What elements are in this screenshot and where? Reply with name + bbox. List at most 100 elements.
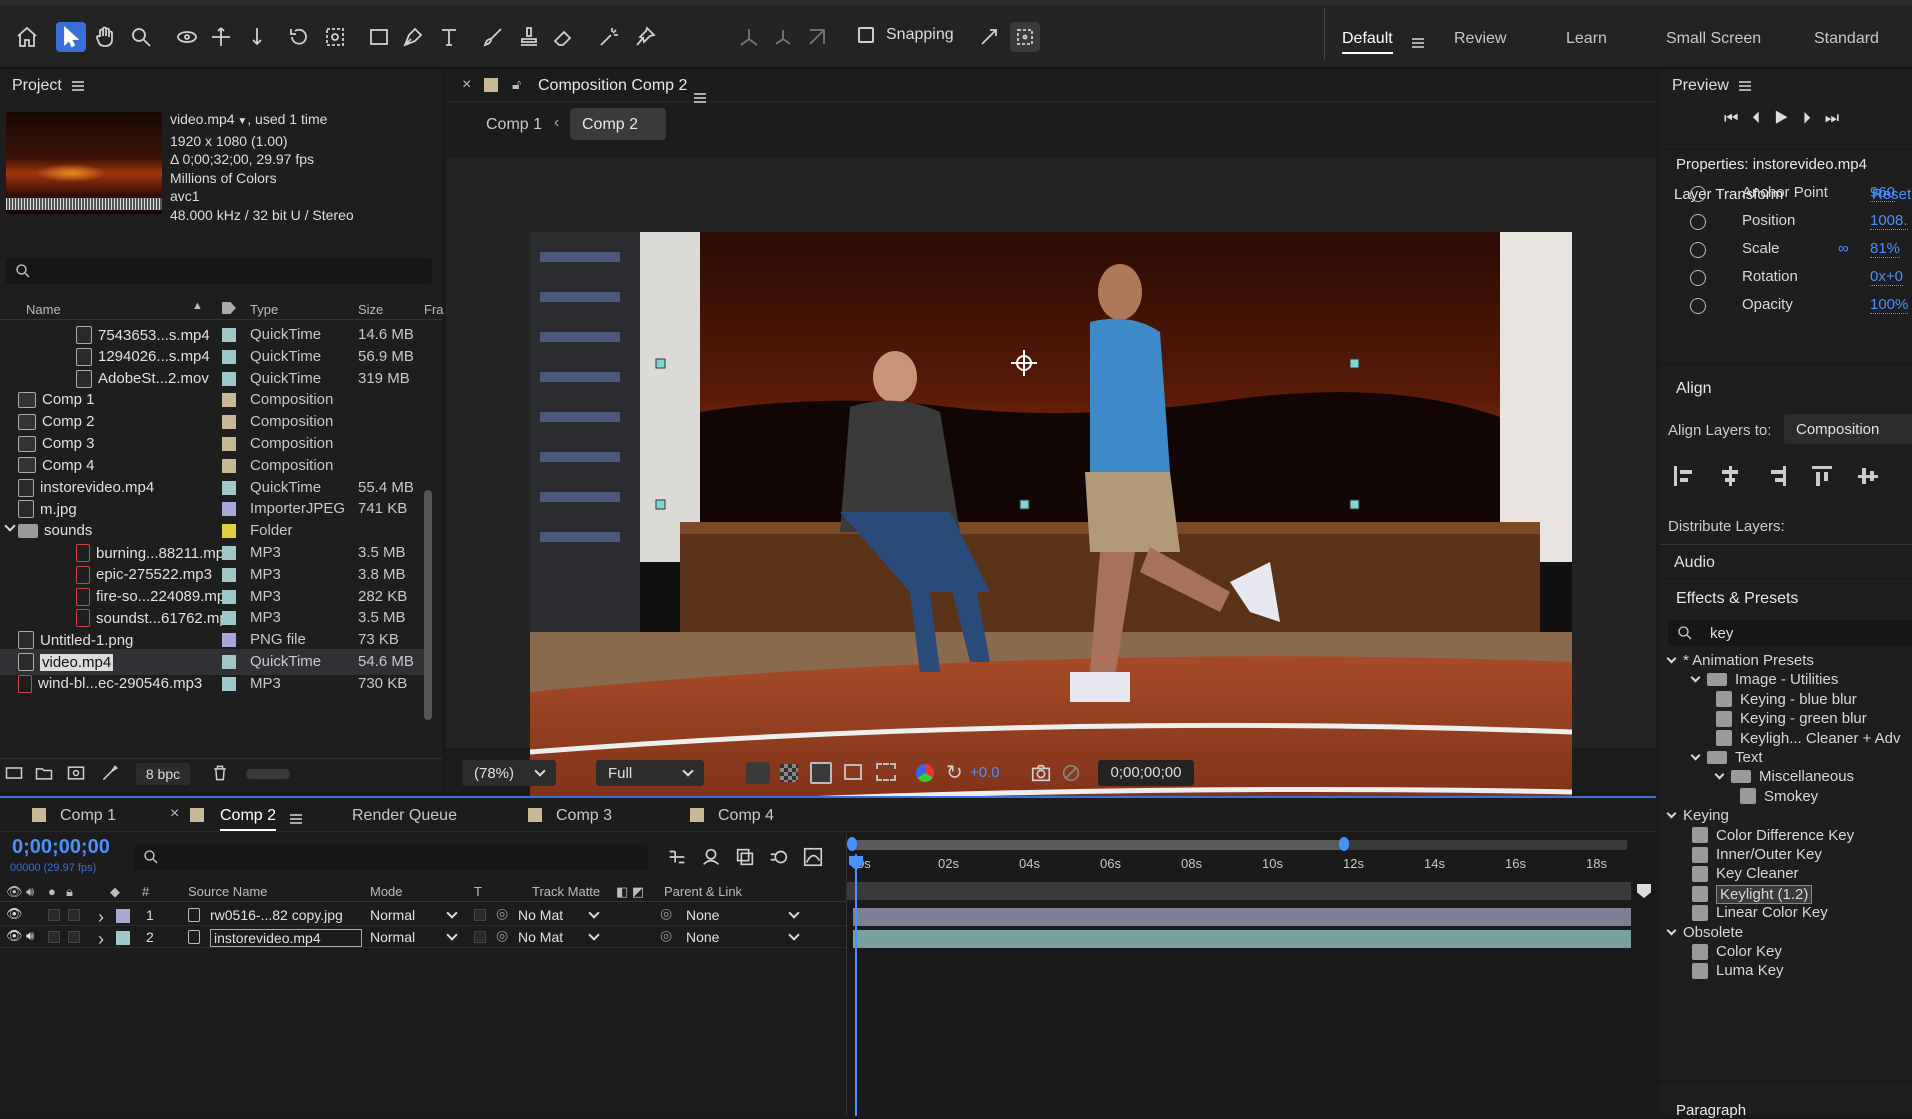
pen-tool-icon[interactable] (398, 22, 428, 52)
tab-render-queue[interactable]: Render Queue (352, 807, 457, 825)
audio-switch-icon[interactable]: 🔊︎ (26, 884, 34, 900)
effect-item[interactable]: Linear Color Key (1692, 904, 1828, 921)
transform-property-value[interactable]: 0x+0 (1870, 268, 1903, 286)
column-source-name[interactable]: Source Name (188, 884, 267, 899)
label-column-icon[interactable] (222, 302, 236, 314)
matte-link-icon[interactable]: ◎ (496, 927, 508, 944)
parent-dropdown[interactable]: None (686, 927, 800, 947)
column-parent-link[interactable]: Parent & Link (664, 884, 742, 899)
hand-tool-icon[interactable] (90, 22, 120, 52)
current-time-display[interactable]: 0;00;00;00 (1098, 760, 1194, 786)
column-mode[interactable]: Mode (370, 884, 403, 899)
align-right-icon[interactable] (1766, 466, 1786, 486)
effect-item[interactable]: Luma Key (1692, 962, 1784, 979)
chevron-down-icon[interactable] (4, 520, 16, 532)
align-hcenter-icon[interactable] (1720, 466, 1740, 486)
effect-group[interactable]: Keying (1666, 807, 1729, 824)
project-settings-icon[interactable] (100, 763, 120, 783)
track-matte-dropdown[interactable]: No Mat (518, 905, 600, 925)
chevron-down-icon[interactable] (1666, 808, 1677, 819)
composition-menu-icon[interactable] (694, 92, 706, 103)
sort-asc-icon[interactable]: ▲ (192, 300, 203, 312)
layer-2-bar[interactable] (853, 930, 1631, 948)
align-vcenter-icon[interactable] (1858, 466, 1878, 486)
effect-group[interactable]: Obsolete (1666, 924, 1743, 941)
effect-item[interactable]: Keyligh... Cleaner + Adv (1716, 730, 1901, 747)
snap-grid-icon[interactable] (1010, 22, 1040, 52)
color-channels-icon[interactable] (916, 764, 934, 782)
timeline-search-input[interactable] (134, 844, 648, 870)
effect-group[interactable]: Miscellaneous (1714, 768, 1854, 785)
layer-name[interactable]: instorevideo.mp4 (210, 929, 362, 947)
work-area-end-handle[interactable] (1339, 837, 1349, 851)
dolly-camera-icon[interactable] (242, 22, 272, 52)
layer-1-bar[interactable] (853, 908, 1631, 926)
snapping-checkbox[interactable] (858, 27, 874, 43)
chevron-down-icon[interactable] (1690, 750, 1701, 761)
new-composition-icon[interactable] (66, 763, 86, 783)
view-axis-icon[interactable] (802, 22, 832, 52)
stopwatch-icon[interactable] (1690, 298, 1706, 314)
selection-tool-icon[interactable] (56, 22, 86, 52)
reset-exposure-icon[interactable]: ↻ (946, 760, 963, 785)
transform-property-value[interactable]: 100% (1870, 296, 1909, 314)
next-frame-icon[interactable]: ⏵ (1803, 110, 1825, 127)
resolution-dropdown[interactable]: Full (596, 760, 704, 786)
layer-row[interactable]: 👁︎ › 1 rw0516-...82 copy.jpg Normal ◎ No Mat ◎ N… (0, 904, 846, 927)
project-scrollbar[interactable] (424, 490, 432, 720)
workspace-standard[interactable]: Standard (1814, 30, 1879, 48)
chevron-down-icon[interactable] (1714, 769, 1725, 780)
home-icon[interactable] (12, 22, 42, 52)
project-item[interactable]: wind-bl...ec-290546.mp3 MP3 730 KB (0, 671, 430, 697)
snapping-toggle[interactable]: Snapping (858, 26, 954, 44)
play-icon[interactable]: ▶ (1774, 110, 1802, 127)
puppet-pin-icon[interactable] (630, 22, 660, 52)
expand-icon[interactable] (974, 22, 1004, 52)
zoom-end-icon[interactable] (1637, 884, 1651, 898)
zoom-tool-icon[interactable] (126, 22, 156, 52)
constrain-proportions-icon[interactable]: ∞ (1838, 240, 1849, 257)
layer-label-chip[interactable] (116, 909, 130, 923)
anchor-point-tool-icon[interactable] (320, 22, 350, 52)
label-color-chip[interactable] (222, 611, 236, 626)
orbit-camera-icon[interactable] (172, 22, 202, 52)
transform-property-value[interactable]: 1008. (1870, 212, 1908, 230)
label-color-chip[interactable] (222, 371, 236, 386)
tab-comp-2[interactable]: Comp 2 (220, 807, 277, 831)
work-area-range[interactable] (851, 840, 1345, 850)
fast-preview-icon[interactable] (746, 762, 770, 784)
align-left-icon[interactable] (1674, 466, 1694, 486)
motion-blur-icon[interactable] (768, 846, 790, 868)
effect-group[interactable]: * Animation Presets (1666, 652, 1814, 669)
preview-menu-icon[interactable] (1738, 81, 1751, 91)
close-comp-tab-icon[interactable]: × (462, 76, 471, 94)
project-menu-icon[interactable] (71, 81, 84, 91)
label-color-chip[interactable] (222, 480, 236, 495)
mode-dropdown[interactable]: Normal (370, 905, 458, 925)
eye-icon[interactable]: 👁︎ (6, 928, 23, 944)
solo-box[interactable] (48, 909, 60, 921)
label-color-chip[interactable] (222, 655, 236, 669)
lock-switch-icon[interactable]: 🔒︎ (66, 884, 73, 900)
transform-property-value[interactable]: 960 (1870, 184, 1896, 202)
composition-flowchart-icon[interactable] (666, 846, 688, 868)
prev-frame-icon[interactable]: ⏴ (1752, 110, 1774, 127)
solo-box[interactable] (48, 931, 60, 943)
video-switch-icon[interactable]: 👁︎ (6, 884, 23, 900)
layer-label-chip[interactable] (116, 931, 130, 945)
stopwatch-icon[interactable] (1690, 270, 1706, 286)
frame-blending-icon[interactable] (734, 846, 756, 868)
effect-item[interactable]: Key Cleaner (1692, 865, 1799, 882)
lock-icon[interactable]: 🔓︎ (512, 76, 521, 93)
stopwatch-icon[interactable] (1690, 186, 1706, 202)
transform-property-value[interactable]: 81% (1870, 240, 1901, 258)
chevron-down-icon[interactable] (1690, 672, 1701, 683)
column-t[interactable]: T (474, 884, 482, 899)
shy-layers-icon[interactable] (700, 846, 722, 868)
breadcrumb-comp2[interactable]: Comp 2 (570, 108, 666, 140)
parent-dropdown[interactable]: None (686, 905, 800, 925)
stopwatch-icon[interactable] (1690, 214, 1706, 230)
effect-item[interactable]: Inner/Outer Key (1692, 846, 1822, 863)
playhead[interactable] (855, 854, 857, 1116)
audio-panel-tab[interactable]: Audio (1674, 554, 1715, 572)
